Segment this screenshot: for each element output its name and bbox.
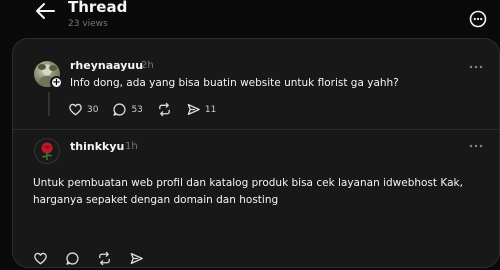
reply-button[interactable] bbox=[65, 251, 80, 266]
repost-button[interactable] bbox=[97, 251, 112, 266]
page-title: Thread bbox=[68, 0, 128, 16]
comment-icon bbox=[66, 252, 79, 265]
view-count: 23 views bbox=[68, 19, 108, 29]
post-actions: 30 53 11 bbox=[68, 102, 230, 117]
share-count: 11 bbox=[204, 104, 217, 115]
comment-icon bbox=[113, 103, 126, 116]
post-time: 1h bbox=[125, 141, 138, 152]
like-button[interactable] bbox=[33, 251, 48, 266]
avatar[interactable] bbox=[34, 138, 60, 164]
username[interactable]: thinkkyu bbox=[70, 140, 124, 153]
original-post: + rheynaayuu 2h Info dong, ada yang bisa… bbox=[13, 39, 499, 130]
post-time: 2h bbox=[141, 60, 154, 71]
share-icon bbox=[130, 252, 143, 265]
more-dots-icon[interactable] bbox=[469, 64, 483, 70]
back-arrow-icon[interactable] bbox=[34, 1, 56, 21]
more-circle-icon[interactable] bbox=[469, 10, 487, 28]
post-text: Untuk pembuatan web profil dan katalog p… bbox=[33, 177, 463, 206]
username[interactable]: rheynaayuu bbox=[70, 59, 143, 72]
repost-icon bbox=[99, 251, 110, 266]
follow-plus-icon[interactable]: + bbox=[50, 76, 63, 89]
repost-button[interactable] bbox=[157, 102, 172, 117]
thread-header: Thread 23 views bbox=[0, 0, 500, 38]
repost-icon bbox=[159, 102, 170, 117]
post-text: Info dong, ada yang bisa buatin website … bbox=[70, 77, 399, 89]
like-count: 30 bbox=[87, 104, 99, 115]
thread-connector-line bbox=[48, 92, 50, 116]
post-actions bbox=[33, 251, 161, 266]
heart-icon bbox=[69, 103, 82, 116]
like-button[interactable]: 30 bbox=[68, 102, 98, 117]
rose-icon bbox=[41, 142, 53, 160]
share-button[interactable] bbox=[129, 251, 144, 266]
share-icon bbox=[187, 103, 200, 116]
reply-button[interactable]: 53 bbox=[112, 102, 143, 117]
reply-post: thinkkyu 1h Untuk pembuatan web profil d… bbox=[13, 130, 499, 270]
reply-count: 53 bbox=[131, 104, 143, 115]
thread-panel: + rheynaayuu 2h Info dong, ada yang bisa… bbox=[12, 38, 500, 268]
heart-icon bbox=[34, 252, 47, 265]
share-button[interactable]: 11 bbox=[186, 102, 216, 117]
more-dots-icon[interactable] bbox=[469, 143, 483, 149]
